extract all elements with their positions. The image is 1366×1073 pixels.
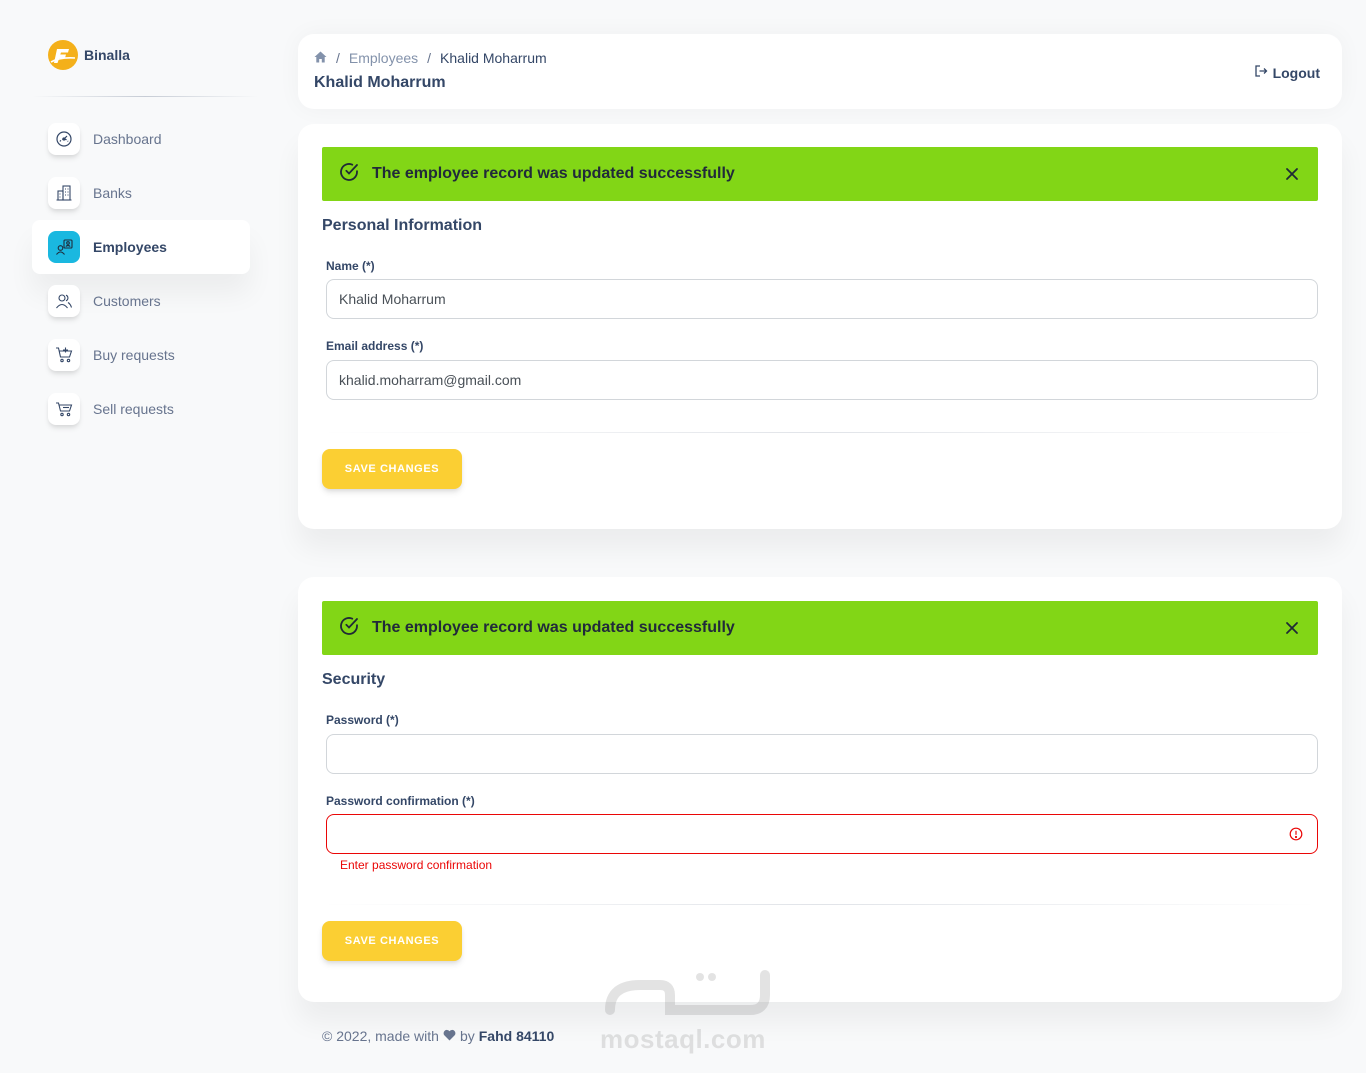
save-changes-button[interactable]: SAVE CHANGES — [322, 449, 462, 489]
sidebar-item-banks[interactable]: Banks — [32, 166, 250, 220]
logout-label: Logout — [1272, 64, 1320, 81]
breadcrumb-separator: / — [427, 50, 432, 66]
sidebar-item-buy-requests[interactable]: Buy requests — [32, 328, 250, 382]
sidebar: Binalla Dashboard Banks Employees Custom… — [16, 24, 266, 464]
name-label: Name (*) — [326, 259, 375, 273]
footer-author-link[interactable]: Fahd 84110 — [479, 1028, 555, 1044]
alert-message: The employee record was updated successf… — [372, 619, 735, 636]
watermark-text: mostaql.com — [600, 1024, 766, 1054]
logout-button[interactable]: Logout — [1254, 64, 1320, 81]
card-divider — [322, 904, 1318, 905]
users-icon — [48, 285, 80, 317]
password-confirmation-field[interactable] — [326, 814, 1318, 854]
dashboard-gauge-icon — [48, 123, 80, 155]
security-card: The employee record was updated successf… — [298, 577, 1342, 1002]
breadcrumb-separator: / — [336, 50, 340, 66]
section-title: Security — [322, 671, 386, 688]
brand-name: Binalla — [84, 47, 130, 63]
sidebar-item-dashboard[interactable]: Dashboard — [32, 112, 250, 166]
sidebar-item-sell-requests[interactable]: Sell requests — [32, 382, 250, 436]
sidebar-divider — [32, 96, 258, 97]
sidebar-item-label: Employees — [93, 239, 167, 255]
alert-circle-icon — [1289, 827, 1303, 844]
breadcrumb-employees-link[interactable]: Employees — [349, 50, 418, 66]
name-field[interactable]: Khalid Moharrum — [326, 279, 1318, 319]
success-alert: The employee record was updated successf… — [322, 601, 1318, 655]
brand-logo-icon — [48, 40, 78, 70]
heart-icon — [443, 1028, 456, 1044]
footer: © 2022, made with by Fahd 84110 — [322, 1028, 554, 1044]
email-field[interactable]: khalid.moharram@gmail.com — [326, 360, 1318, 400]
breadcrumb-current: Khalid Moharrum — [440, 50, 547, 66]
card-divider — [322, 432, 1318, 433]
building-icon — [48, 177, 80, 209]
employee-badge-icon — [48, 231, 80, 263]
footer-by: by — [459, 1028, 475, 1044]
close-icon[interactable] — [1282, 164, 1302, 189]
cart-icon — [48, 393, 80, 425]
save-changes-button[interactable]: SAVE CHANGES — [322, 921, 462, 961]
password-label: Password (*) — [326, 713, 399, 727]
sidebar-nav: Dashboard Banks Employees Customers Buy … — [32, 112, 250, 436]
password-confirmation-error: Enter password confirmation — [340, 858, 493, 872]
sidebar-item-label: Sell requests — [93, 401, 174, 417]
sidebar-item-employees[interactable]: Employees — [32, 220, 250, 274]
top-navbar: / Employees / Khalid Moharrum Khalid Moh… — [298, 34, 1342, 109]
sidebar-item-label: Banks — [93, 185, 132, 201]
logout-icon — [1254, 64, 1268, 81]
password-field[interactable] — [326, 734, 1318, 774]
brand[interactable]: Binalla — [48, 40, 130, 70]
check-circle-icon — [338, 161, 360, 188]
alert-message: The employee record was updated successf… — [372, 165, 735, 182]
sidebar-item-label: Dashboard — [93, 131, 162, 147]
breadcrumb: / Employees / Khalid Moharrum — [314, 50, 547, 66]
footer-copyright: © 2022, made with — [322, 1028, 439, 1044]
sidebar-item-label: Buy requests — [93, 347, 175, 363]
sidebar-item-label: Customers — [93, 293, 161, 309]
section-title: Personal Information — [322, 217, 483, 234]
watermark-logo-icon — [605, 970, 770, 1015]
password-confirmation-label: Password confirmation (*) — [326, 794, 475, 808]
success-alert: The employee record was updated successf… — [322, 147, 1318, 201]
cart-plus-icon — [48, 339, 80, 371]
page-title: Khalid Moharrum — [314, 74, 446, 91]
personal-information-card: The employee record was updated successf… — [298, 124, 1342, 529]
home-icon[interactable] — [314, 50, 327, 66]
check-circle-icon — [338, 615, 360, 642]
sidebar-item-customers[interactable]: Customers — [32, 274, 250, 328]
close-icon[interactable] — [1282, 618, 1302, 643]
watermark: mostaql.com — [600, 965, 770, 1055]
email-label: Email address (*) — [326, 339, 424, 353]
